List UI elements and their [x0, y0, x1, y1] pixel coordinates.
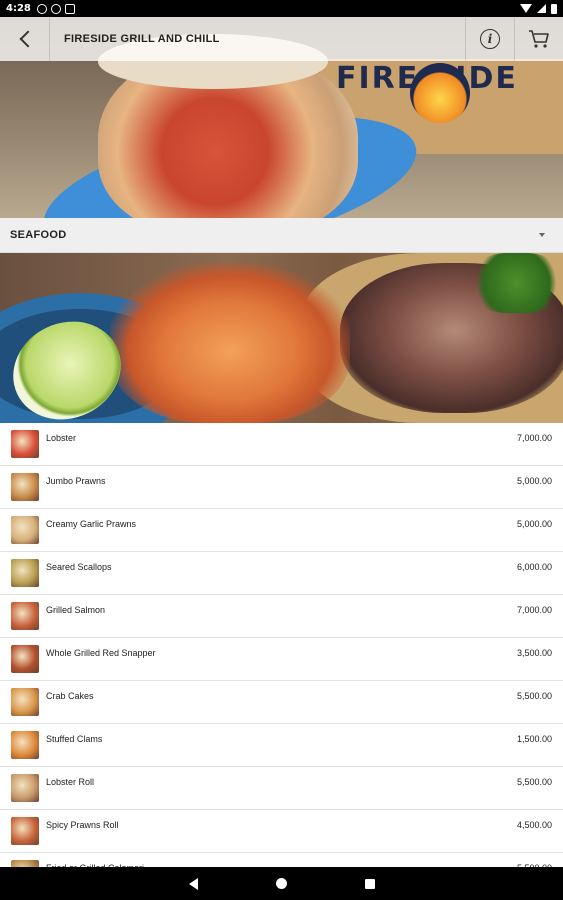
menu-item-thumbnail	[11, 817, 39, 845]
category-label: SEAFOOD	[10, 229, 67, 241]
banner-prawns	[110, 263, 350, 423]
menu-item-thumbnail	[11, 430, 39, 458]
menu-item-thumbnail	[11, 473, 39, 501]
menu-item-thumbnail	[11, 860, 39, 867]
signal-icon	[537, 4, 546, 13]
menu-item[interactable]: Creamy Garlic Prawns 5,000.00	[0, 509, 563, 552]
menu-item-price: 7,000.00	[516, 605, 552, 615]
menu-item-price: 3,500.00	[516, 648, 552, 658]
wifi-icon	[520, 4, 532, 13]
menu-item-thumbnail	[11, 688, 39, 716]
menu-item-name: Whole Grilled Red Snapper	[46, 648, 156, 658]
menu-item-thumbnail	[11, 774, 39, 802]
nav-home-icon[interactable]	[275, 878, 287, 889]
menu-item-name: Lobster Roll	[46, 777, 95, 787]
menu-item[interactable]: Lobster 7,000.00	[0, 423, 563, 466]
menu-list: Lobster 7,000.00 Jumbo Prawns 5,000.00 Cream…	[0, 423, 563, 867]
nav-recents-icon[interactable]	[364, 878, 375, 889]
category-banner-image	[0, 253, 563, 423]
chevron-down-icon	[539, 233, 545, 237]
cart-icon	[529, 30, 549, 48]
menu-item[interactable]: Fried or Grilled Calamari5,500.00	[0, 853, 563, 867]
notification-icon	[36, 3, 47, 14]
info-icon: i	[480, 29, 500, 49]
menu-item-name: Spicy Prawns Roll	[46, 820, 119, 830]
back-button[interactable]	[0, 17, 50, 61]
system-nav-bar	[0, 867, 563, 900]
app-screen: 4:28 FIRE SIDE FIRESIDE GRILL AND CHILL …	[0, 0, 563, 900]
menu-item[interactable]: Seared Scallops 6,000.00	[0, 552, 563, 595]
menu-item-price: 5,500.00	[516, 691, 552, 701]
menu-item-thumbnail	[11, 559, 39, 587]
menu-item-name: Crab Cakes	[46, 691, 94, 701]
top-toolbar: FIRESIDE GRILL AND CHILL i	[0, 17, 563, 61]
menu-item-price: 5,500.00	[516, 777, 552, 787]
status-right	[520, 3, 557, 14]
notification-icon	[50, 3, 61, 14]
status-time: 4:28	[6, 3, 31, 14]
menu-item-name: Stuffed Clams	[46, 734, 103, 744]
menu-item-name: Jumbo Prawns	[46, 476, 106, 486]
nav-back-icon[interactable]	[188, 877, 198, 890]
menu-item[interactable]: Stuffed Clams 1,500.00	[0, 724, 563, 767]
banner-herbs	[470, 253, 563, 313]
menu-item[interactable]: Whole Grilled Red Snapper 3,500.00	[0, 638, 563, 681]
menu-item-price: 5,000.00	[516, 476, 552, 486]
menu-item-price: 6,000.00	[516, 562, 552, 572]
menu-item-name: Creamy Garlic Prawns	[46, 519, 137, 529]
menu-item-price: 4,500.00	[516, 820, 552, 830]
menu-item[interactable]: Jumbo Prawns 5,000.00	[0, 466, 563, 509]
sim-icon	[64, 3, 75, 14]
category-selector[interactable]: SEAFOOD	[0, 218, 563, 253]
menu-item-price: 5,000.00	[516, 519, 552, 529]
menu-item-name: Seared Scallops	[46, 562, 112, 572]
menu-item-thumbnail	[11, 516, 39, 544]
cart-button[interactable]	[514, 17, 563, 61]
battery-icon	[551, 3, 557, 14]
menu-item-price: 1,500.00	[516, 734, 552, 744]
hero-flame-logo	[410, 63, 470, 123]
menu-item-thumbnail	[11, 645, 39, 673]
menu-item-thumbnail	[11, 602, 39, 630]
menu-item-name: Grilled Salmon	[46, 605, 106, 615]
menu-item[interactable]: Lobster Roll 5,500.00	[0, 767, 563, 810]
chevron-left-icon	[19, 30, 36, 48]
menu-item-name: Lobster	[46, 433, 77, 443]
menu-item-price: 7,000.00	[516, 433, 552, 443]
menu-item[interactable]: Grilled Salmon 7,000.00	[0, 595, 563, 638]
menu-item[interactable]: Crab Cakes 5,500.00	[0, 681, 563, 724]
status-bar: 4:28	[0, 0, 563, 17]
menu-item[interactable]: Spicy Prawns Roll 4,500.00	[0, 810, 563, 853]
restaurant-title: FIRESIDE GRILL AND CHILL	[64, 33, 220, 45]
info-button[interactable]: i	[465, 17, 514, 61]
menu-item-thumbnail	[11, 731, 39, 759]
